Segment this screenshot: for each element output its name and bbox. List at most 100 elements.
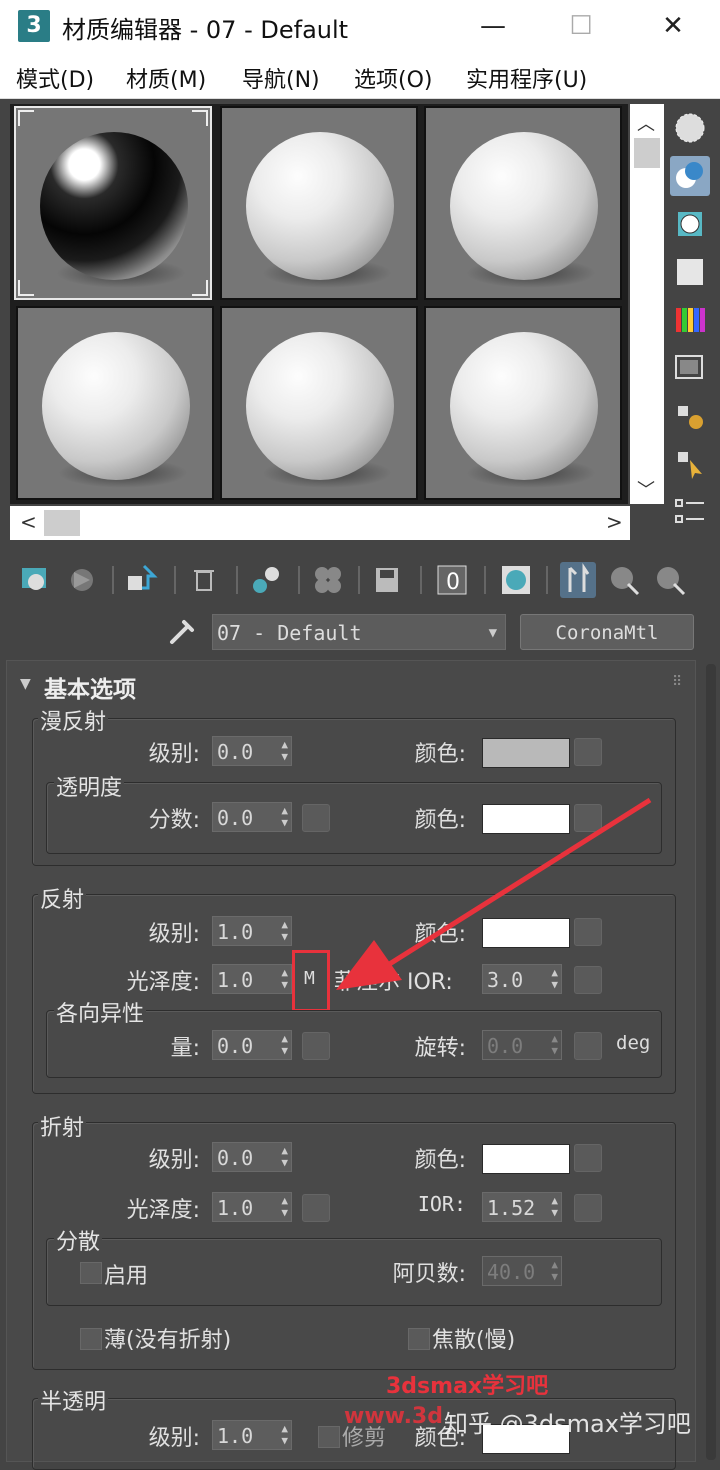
backlight-icon[interactable] [670,156,710,196]
refraction-glossiness-spinner[interactable]: 1.0 ▲ ▼ [212,1192,292,1222]
rollout-title[interactable]: 基本选项 [44,670,136,704]
fraction-spinner[interactable]: 0.0 ▲ ▼ [212,802,292,832]
refraction-level-label: 级别: [148,1148,200,1173]
select-by-material-icon[interactable] [670,444,710,484]
make-unique-icon[interactable] [248,562,284,598]
sphere-preview [246,332,394,480]
make-preview-icon[interactable] [670,348,710,388]
menu-options[interactable]: 选项(O) [354,62,432,94]
show-end-result-icon[interactable] [560,562,596,598]
sample-slot-4[interactable] [16,306,214,500]
material-id-channel-icon[interactable] [370,562,406,598]
refraction-map-button[interactable] [574,1144,602,1172]
refraction-glossiness-map-button[interactable] [302,1194,330,1222]
ior-label: IOR: [417,1192,466,1216]
get-material-icon[interactable] [18,562,54,598]
dispersion-enable-checkbox[interactable] [80,1262,102,1284]
translucency-title: 半透明 [38,1384,109,1416]
collapse-arrow-icon[interactable]: ▼ [20,676,31,692]
eyedropper-icon[interactable] [166,616,196,646]
diffuse-color-swatch[interactable] [482,738,570,768]
annotation-arrow [336,797,652,990]
ior-map-button[interactable] [574,1194,602,1222]
translucency-level-spinner[interactable]: 1.0 ▲ ▼ [212,1420,292,1450]
go-to-parent-icon[interactable] [606,562,642,598]
sample-slot-3[interactable] [424,106,622,300]
menu-mode[interactable]: 模式(D) [16,62,94,94]
rotation-unit: deg [616,1032,651,1054]
anisotropy-amount-map-button[interactable] [302,1032,330,1060]
clip-checkbox[interactable] [318,1426,340,1448]
diffuse-level-label: 级别: [148,742,200,767]
put-to-scene-icon[interactable] [64,562,100,598]
sample-slot-1[interactable] [14,106,212,300]
close-button[interactable]: ✕ [650,8,696,44]
menu-material[interactable]: 材质(M) [126,62,206,94]
menu-navigation[interactable]: 导航(N) [242,62,320,94]
refraction-level-spinner[interactable]: 0.0 ▲ ▼ [212,1142,292,1172]
translucency-level-label: 级别: [148,1426,200,1451]
diffuse-map-button[interactable] [574,738,602,766]
drag-handle-icon[interactable]: ⠿ [672,674,682,690]
title-bar: 3 材质编辑器 - 07 - Default — ☐ ✕ [0,0,720,52]
video-color-check-icon[interactable] [670,300,710,340]
scroll-down-icon[interactable]: ﹀ [637,476,655,502]
reflection-level-spinner[interactable]: 1.0 ▲ ▼ [212,916,292,946]
thin-no-refraction-checkbox[interactable] [80,1328,102,1350]
anisotropy-rotation-spinner[interactable]: 0.0 ▲ ▼ [482,1030,562,1060]
rollout-scrollbar[interactable] [706,664,716,1460]
material-name-dropdown[interactable]: 07 - Default ▼ [212,614,506,650]
minimize-button[interactable]: — [470,8,516,44]
dispersion-title: 分散 [54,1224,103,1256]
watermark-url: www.3d [344,1404,443,1429]
background-pattern-icon[interactable] [670,204,710,244]
slots-vertical-scrollbar[interactable]: ︿ ﹀ [630,104,664,504]
anisotropy-rotation-label: 旋转: [414,1036,466,1061]
reflection-title: 反射 [38,882,87,914]
transparency-title: 透明度 [54,770,125,802]
options-icon[interactable] [670,396,710,436]
thin-no-refraction-label: 薄(没有折射) [104,1328,232,1353]
scroll-left-icon[interactable]: < [20,510,37,534]
diffuse-title: 漫反射 [38,704,109,736]
sample-slot-2[interactable] [220,106,418,300]
scroll-thumb[interactable] [44,510,80,536]
refraction-glossiness-label: 光泽度: [126,1198,200,1223]
anisotropy-amount-spinner[interactable]: 0.0 ▲ ▼ [212,1030,292,1060]
material-name-text: 07 - Default [217,621,362,645]
show-shaded-material-icon[interactable] [498,562,534,598]
sample-slot-6[interactable] [424,306,622,500]
chevron-down-icon: ▼ [488,625,497,641]
material-type-button[interactable]: CoronaMtl [520,614,694,650]
refraction-color-swatch[interactable] [482,1144,570,1174]
caustics-checkbox[interactable] [408,1328,430,1350]
menu-utilities[interactable]: 实用程序(U) [466,62,587,94]
assign-to-selection-icon[interactable] [124,562,160,598]
go-forward-sibling-icon[interactable] [652,562,688,598]
sphere-preview [246,132,394,280]
sample-slots [10,104,628,504]
abbe-number-label: 阿贝数: [392,1262,466,1287]
glossiness-spinner[interactable]: 1.0 ▲ ▼ [212,964,292,994]
ior-spinner[interactable]: 1.52 ▲ ▼ [482,1192,562,1222]
channel-zero-icon[interactable]: 0 [434,562,470,598]
delete-icon[interactable] [186,562,222,598]
sample-uv-tiling-icon[interactable] [670,252,710,292]
sphere-preview [450,132,598,280]
maximize-button[interactable]: ☐ [558,8,604,44]
caustics-label: 焦散(慢) [432,1328,516,1353]
scroll-up-icon[interactable]: ︿ [637,110,655,136]
sample-type-icon[interactable] [670,108,710,148]
abbe-number-spinner[interactable]: 40.0 ▲ ▼ [482,1256,562,1286]
scroll-thumb[interactable] [634,138,660,168]
menu-bar: 模式(D) 材质(M) 导航(N) 选项(O) 实用程序(U) [0,52,720,99]
sample-slot-5[interactable] [220,306,418,500]
anisotropy-rotation-map-button[interactable] [574,1032,602,1060]
put-to-library-icon[interactable] [310,562,346,598]
chrome-sphere-preview [40,132,188,280]
slots-horizontal-scrollbar[interactable]: < > [10,506,630,540]
material-navigator-icon[interactable] [670,492,710,532]
dispersion-enable-label: 启用 [104,1264,149,1289]
diffuse-level-spinner[interactable]: 0.0 ▲ ▼ [212,736,292,766]
scroll-right-icon[interactable]: > [606,510,623,534]
